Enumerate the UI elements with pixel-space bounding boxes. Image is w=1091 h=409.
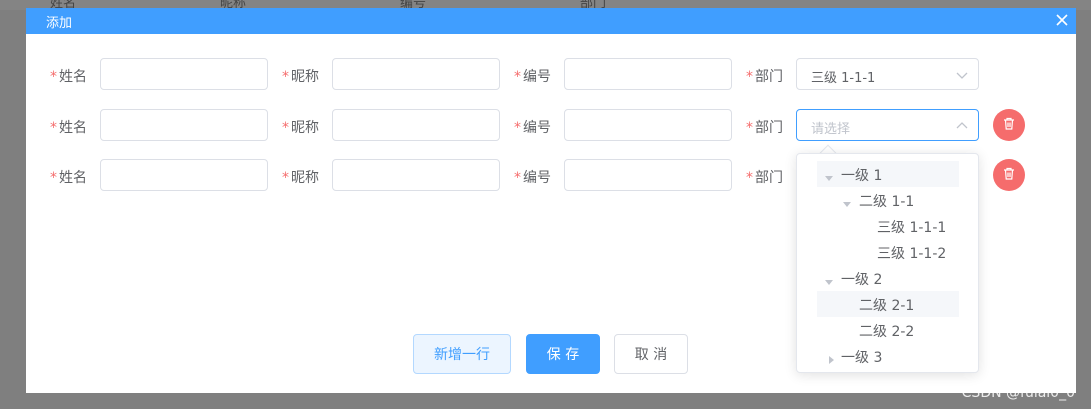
- code-input[interactable]: [564, 58, 732, 90]
- nickname-label: * 昵称: [282, 170, 319, 186]
- nickname-input[interactable]: [332, 58, 500, 90]
- code-label: * 编号: [514, 170, 551, 186]
- tree-node-level3-1-1-1[interactable]: 三级 1-1-1: [817, 213, 959, 239]
- dept-tree-dropdown: 一级 1 二级 1-1 三级 1-1-1 三级 1-1-2 一级 2 二级 2-…: [796, 153, 979, 373]
- form-row-1: * 姓名 * 昵称 * 编号 * 部门 三级 1-1-1: [26, 58, 1076, 90]
- tree-node-level1-1[interactable]: 一级 1: [817, 161, 959, 187]
- tree-node-label: 二级 2-1: [859, 298, 915, 314]
- tree-node-level3-1-1-2[interactable]: 三级 1-1-2: [817, 239, 959, 265]
- name-input[interactable]: [100, 58, 268, 90]
- tree-node-label: 三级 1-1-2: [877, 246, 947, 262]
- tree-node-level2-2-1[interactable]: 二级 2-1: [817, 291, 959, 317]
- tree-node-level2-2-2[interactable]: 二级 2-2: [817, 317, 959, 343]
- delete-row-button[interactable]: [993, 159, 1025, 191]
- name-label: * 姓名: [50, 69, 87, 85]
- dept-label: * 部门: [746, 170, 783, 186]
- delete-row-button[interactable]: [993, 109, 1025, 141]
- close-icon[interactable]: [1054, 12, 1070, 28]
- tree-node-label: 一级 2: [841, 272, 883, 288]
- dept-select-placeholder: 请选择: [811, 122, 851, 137]
- add-row-button[interactable]: 新增一行: [413, 334, 511, 374]
- caret-down-icon[interactable]: [825, 274, 833, 285]
- name-label: * 姓名: [50, 170, 87, 186]
- tree-node-label: 一级 1: [841, 168, 883, 184]
- tree-node-level1-2[interactable]: 一级 2: [817, 265, 959, 291]
- code-label: * 编号: [514, 69, 551, 85]
- nickname-input[interactable]: [332, 109, 500, 141]
- watermark: CSDN @fulai0_0: [961, 385, 1075, 401]
- tree-node-label: 二级 1-1: [859, 194, 915, 210]
- tree-node-label: 一级 3: [841, 350, 883, 366]
- caret-down-icon[interactable]: [843, 196, 851, 207]
- nickname-input[interactable]: [332, 159, 500, 191]
- dept-label: * 部门: [746, 120, 783, 136]
- code-input[interactable]: [564, 109, 732, 141]
- caret-right-icon[interactable]: [827, 352, 835, 364]
- tree-node-label: 三级 1-1-1: [877, 220, 947, 236]
- trash-icon: [1003, 167, 1015, 184]
- chevron-down-icon: [956, 69, 968, 81]
- nickname-label: * 昵称: [282, 120, 319, 136]
- form-row-2: * 姓名 * 昵称 * 编号 * 部门 请选择: [26, 109, 1076, 141]
- tree-node-level1-3[interactable]: 一级 3: [817, 343, 959, 369]
- name-label: * 姓名: [50, 120, 87, 136]
- tree-node-level2-1-1[interactable]: 二级 1-1: [817, 187, 959, 213]
- nickname-label: * 昵称: [282, 69, 319, 85]
- dept-select-value: 三级 1-1-1: [811, 71, 876, 86]
- code-label: * 编号: [514, 120, 551, 136]
- trash-icon: [1003, 117, 1015, 134]
- dept-select[interactable]: 三级 1-1-1: [796, 58, 979, 90]
- dept-label: * 部门: [746, 69, 783, 85]
- caret-down-icon[interactable]: [825, 170, 833, 181]
- tree-node-label: 二级 2-2: [859, 324, 915, 340]
- name-input[interactable]: [100, 109, 268, 141]
- dept-select[interactable]: 请选择: [796, 109, 979, 141]
- code-input[interactable]: [564, 159, 732, 191]
- dialog-header: 添加: [26, 8, 1076, 34]
- cancel-button[interactable]: 取 消: [614, 334, 688, 374]
- name-input[interactable]: [100, 159, 268, 191]
- chevron-up-icon: [956, 120, 968, 132]
- dialog-title: 添加: [46, 16, 73, 31]
- save-button[interactable]: 保 存: [526, 334, 600, 374]
